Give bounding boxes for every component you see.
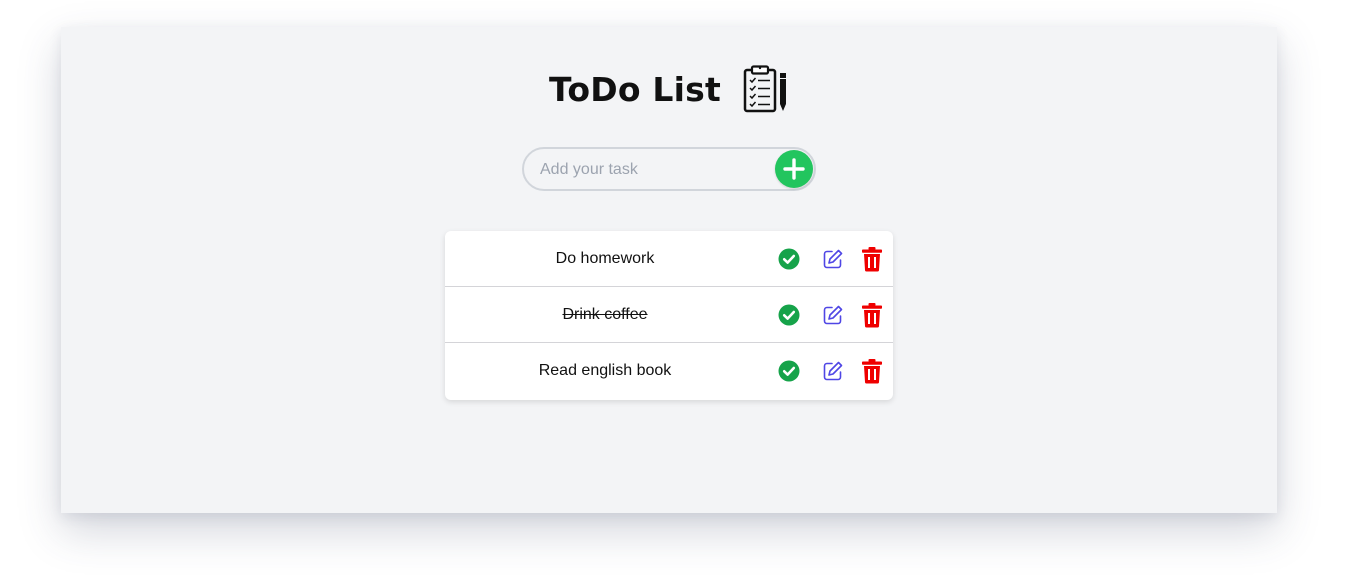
check-circle-icon (778, 360, 800, 382)
edit-icon (822, 360, 844, 382)
clipboard-checklist-icon (743, 65, 789, 113)
check-circle-icon (778, 304, 800, 326)
complete-task-button[interactable] (776, 302, 802, 328)
task-row: Read english book (445, 343, 893, 400)
task-list: Do homework Drink coffee Read english bo… (445, 231, 893, 400)
task-input[interactable] (538, 149, 772, 191)
edit-task-button[interactable] (820, 246, 846, 272)
delete-task-button[interactable] (859, 302, 885, 328)
trash-icon (861, 246, 883, 272)
task-text-completed: Drink coffee (562, 306, 648, 323)
trash-icon (861, 358, 883, 384)
header: ToDo List (61, 65, 1277, 113)
task-text: Do homework (555, 250, 655, 267)
edit-icon (822, 248, 844, 270)
plus-icon (782, 157, 806, 181)
add-task-button[interactable] (775, 150, 813, 188)
todo-app-card: ToDo List Add your task Do homework Drin… (61, 27, 1277, 513)
add-task-form (522, 147, 816, 191)
complete-task-button[interactable] (776, 358, 802, 384)
delete-task-button[interactable] (859, 358, 885, 384)
page-title: ToDo List (549, 69, 721, 109)
edit-task-button[interactable] (820, 302, 846, 328)
task-row: Do homework (445, 231, 893, 287)
check-circle-icon (778, 248, 800, 270)
edit-task-button[interactable] (820, 358, 846, 384)
task-row: Drink coffee (445, 287, 893, 343)
complete-task-button[interactable] (776, 246, 802, 272)
edit-icon (822, 304, 844, 326)
delete-task-button[interactable] (859, 246, 885, 272)
task-text: Read english book (538, 362, 672, 379)
trash-icon (861, 302, 883, 328)
